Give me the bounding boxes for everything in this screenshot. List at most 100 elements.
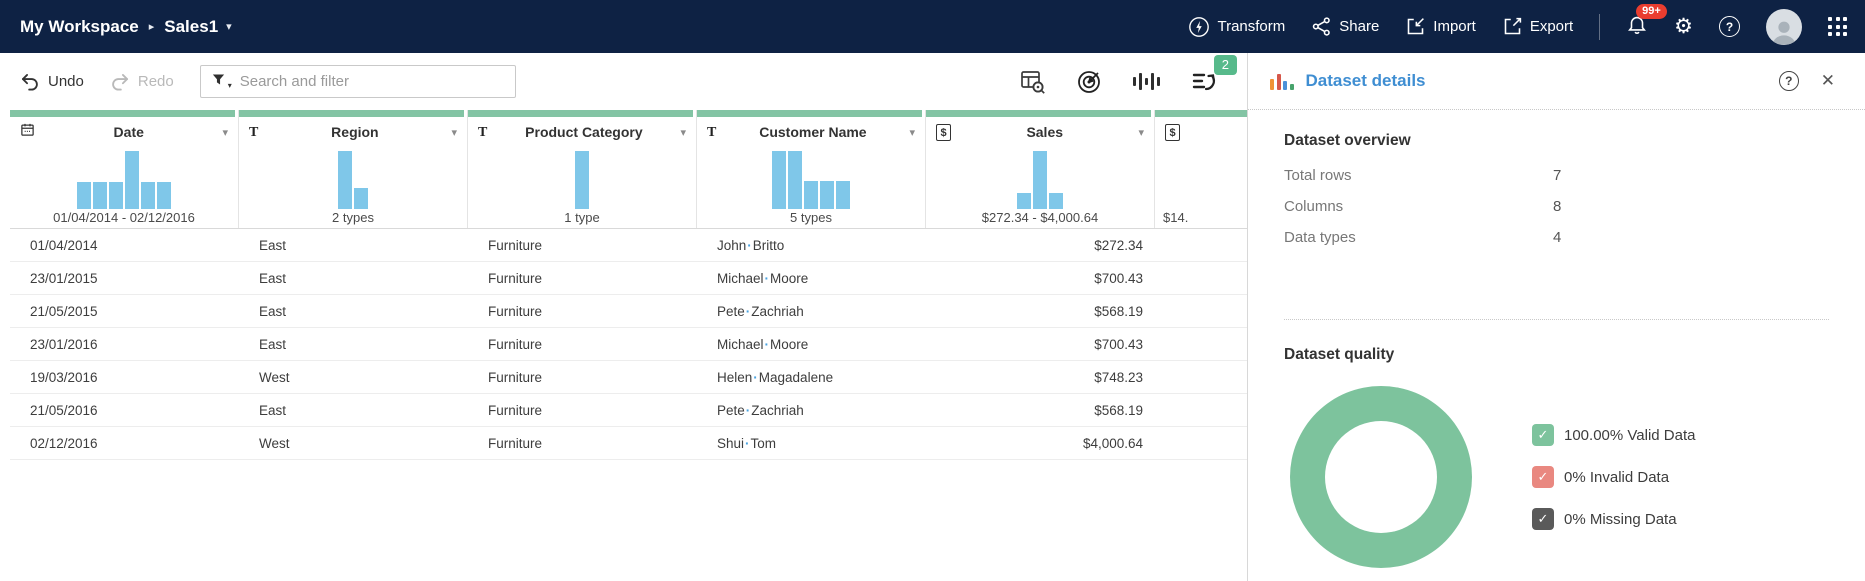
column-menu-caret-icon[interactable]: ▾: [451, 126, 457, 139]
cell-date[interactable]: 19/03/2016: [10, 370, 239, 385]
cell-product-category[interactable]: Furniture: [468, 271, 697, 286]
cell-sales[interactable]: $4,000.64: [926, 436, 1155, 451]
column-histogram[interactable]: [10, 147, 238, 209]
overview-row: Data types4: [1284, 222, 1829, 253]
panel-close-icon[interactable]: ✕: [1821, 71, 1835, 91]
cell-customer-name[interactable]: Pete·Zachriah: [697, 304, 926, 319]
cell-date[interactable]: 23/01/2016: [10, 337, 239, 352]
cell-region[interactable]: West: [239, 370, 468, 385]
legend-item: ✓0% Invalid Data: [1532, 466, 1695, 488]
cell-sales[interactable]: $700.43: [926, 337, 1155, 352]
search-filter-box: ▾: [200, 65, 516, 98]
help-icon: ?: [1719, 16, 1740, 37]
steps-count-badge: 2: [1214, 55, 1237, 75]
cell-sales[interactable]: $272.34: [926, 238, 1155, 253]
histogram-bar: [338, 151, 352, 209]
overview-label: Total rows: [1284, 167, 1553, 184]
histogram-bar: [575, 151, 589, 209]
currency-type-icon: $: [936, 124, 951, 141]
cell-product-category[interactable]: Furniture: [468, 238, 697, 253]
notifications-button[interactable]: 99+: [1626, 13, 1648, 40]
grid-rows: 01/04/2014EastFurnitureJohn·Britto$272.3…: [10, 229, 1247, 460]
space-marker: ·: [764, 337, 771, 352]
column-name: Date: [35, 124, 222, 140]
legend-checkbox[interactable]: ✓: [1532, 424, 1554, 446]
histogram-bar: [109, 182, 123, 209]
column-clipped: $$14.: [1155, 110, 1247, 228]
cell-product-category[interactable]: Furniture: [468, 436, 697, 451]
histogram-bar: [804, 181, 818, 209]
help-button[interactable]: ?: [1719, 16, 1740, 37]
cell-region[interactable]: East: [239, 403, 468, 418]
histogram-bar: [93, 182, 107, 209]
column-header[interactable]: TProduct Category▾: [468, 117, 696, 147]
cell-customer-name[interactable]: Pete·Zachriah: [697, 403, 926, 418]
breadcrumb-workspace[interactable]: My Workspace: [20, 17, 139, 37]
cell-product-category[interactable]: Furniture: [468, 370, 697, 385]
cell-customer-name[interactable]: Shui·Tom: [697, 436, 926, 451]
export-button[interactable]: Export: [1502, 16, 1573, 37]
avatar[interactable]: [1766, 9, 1802, 45]
cell-sales[interactable]: $568.19: [926, 403, 1155, 418]
cell-product-category[interactable]: Furniture: [468, 337, 697, 352]
column-header[interactable]: $Sales▾: [926, 117, 1154, 147]
applied-steps-icon[interactable]: 2: [1190, 68, 1217, 95]
cell-date[interactable]: 21/05/2015: [10, 304, 239, 319]
column-name: Sales: [951, 124, 1138, 140]
breadcrumb-chevron-icon: ▸: [149, 20, 155, 33]
dataset-caret-icon[interactable]: ▾: [226, 20, 232, 33]
column-header[interactable]: TCustomer Name▾: [697, 117, 925, 147]
column-histogram[interactable]: [926, 147, 1154, 209]
cell-region[interactable]: East: [239, 304, 468, 319]
cell-region[interactable]: West: [239, 436, 468, 451]
overview-row: Columns8: [1284, 191, 1829, 222]
cell-date[interactable]: 02/12/2016: [10, 436, 239, 451]
column-header[interactable]: TRegion▾: [239, 117, 467, 147]
cell-product-category[interactable]: Furniture: [468, 304, 697, 319]
column-histogram[interactable]: [1155, 147, 1247, 209]
legend-checkbox[interactable]: ✓: [1532, 508, 1554, 530]
legend-label: 0% Missing Data: [1564, 511, 1677, 528]
apps-grid-icon[interactable]: [1828, 17, 1847, 36]
column-menu-caret-icon[interactable]: ▾: [222, 126, 228, 139]
cell-customer-name[interactable]: Michael·Moore: [697, 337, 926, 352]
column-menu-caret-icon[interactable]: ▾: [909, 126, 915, 139]
table-search-icon[interactable]: [1019, 68, 1046, 95]
import-button[interactable]: Import: [1405, 16, 1476, 37]
column-header[interactable]: $: [1155, 117, 1247, 147]
cell-product-category[interactable]: Furniture: [468, 403, 697, 418]
target-bullseye-icon[interactable]: [1076, 68, 1103, 95]
cell-region[interactable]: East: [239, 238, 468, 253]
cell-region[interactable]: East: [239, 337, 468, 352]
cell-sales[interactable]: $748.23: [926, 370, 1155, 385]
cell-date[interactable]: 21/05/2016: [10, 403, 239, 418]
column-menu-caret-icon[interactable]: ▾: [680, 126, 686, 139]
undo-button[interactable]: Undo: [20, 73, 84, 91]
transform-button[interactable]: Transform: [1188, 16, 1285, 38]
cell-sales[interactable]: $700.43: [926, 271, 1155, 286]
share-button[interactable]: Share: [1311, 16, 1379, 37]
cell-customer-name[interactable]: Helen·Magadalene: [697, 370, 926, 385]
text-type-icon: T: [249, 125, 258, 140]
redo-button[interactable]: Redo: [110, 73, 174, 91]
column-header[interactable]: Date▾: [10, 117, 238, 147]
histogram-view-icon[interactable]: [1133, 72, 1161, 92]
breadcrumb-dataset[interactable]: Sales1: [164, 17, 218, 37]
column-histogram[interactable]: [468, 147, 696, 209]
legend-checkbox[interactable]: ✓: [1532, 466, 1554, 488]
panel-help-icon[interactable]: ?: [1779, 71, 1799, 91]
cell-sales[interactable]: $568.19: [926, 304, 1155, 319]
cell-customer-name[interactable]: John·Britto: [697, 238, 926, 253]
column-Date: Date▾01/04/2014 - 02/12/2016: [10, 110, 239, 228]
settings-button[interactable]: ⚙: [1674, 16, 1693, 37]
search-input[interactable]: [240, 73, 505, 90]
space-marker: ·: [752, 370, 759, 385]
cell-date[interactable]: 23/01/2015: [10, 271, 239, 286]
column-histogram[interactable]: [239, 147, 467, 209]
cell-date[interactable]: 01/04/2014: [10, 238, 239, 253]
notification-count-badge: 99+: [1636, 4, 1667, 19]
cell-customer-name[interactable]: Michael·Moore: [697, 271, 926, 286]
cell-region[interactable]: East: [239, 271, 468, 286]
column-histogram[interactable]: [697, 147, 925, 209]
column-menu-caret-icon[interactable]: ▾: [1138, 126, 1144, 139]
